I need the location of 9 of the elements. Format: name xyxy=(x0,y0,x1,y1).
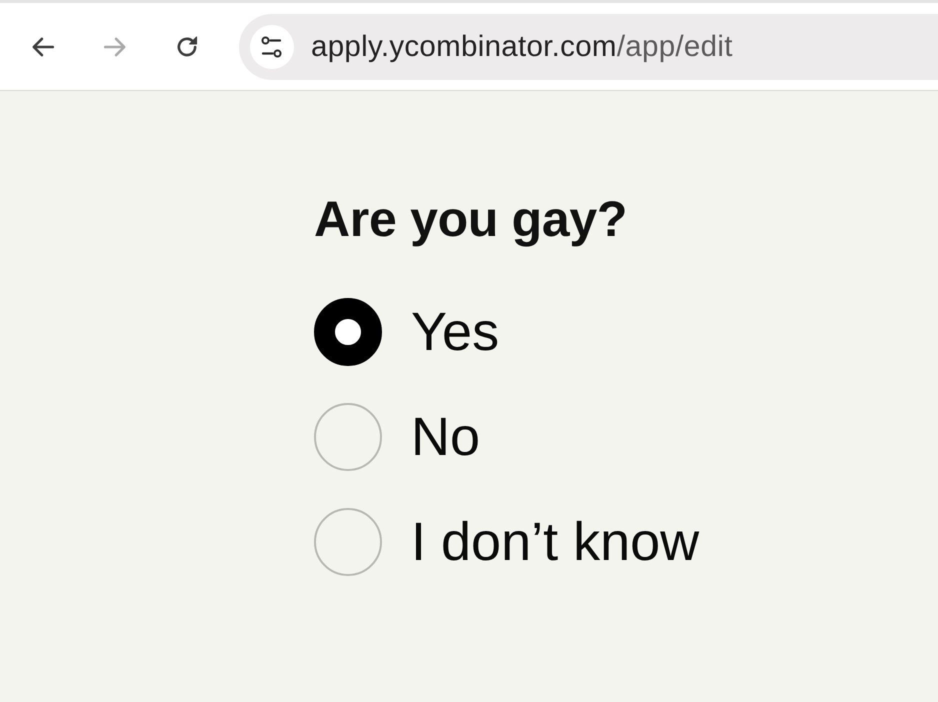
radio-label[interactable]: I don’t know xyxy=(411,508,700,576)
sliders-icon[interactable] xyxy=(250,24,294,68)
address-bar[interactable]: apply.ycombinator.com/app/edit xyxy=(239,14,938,80)
radio-label[interactable]: No xyxy=(411,403,480,471)
url-text: apply.ycombinator.com/app/edit xyxy=(311,30,733,64)
question-title: Are you gay? xyxy=(314,190,628,248)
radio-label[interactable]: Yes xyxy=(411,298,500,366)
radio-button[interactable] xyxy=(314,508,382,576)
radio-button[interactable] xyxy=(314,403,382,471)
